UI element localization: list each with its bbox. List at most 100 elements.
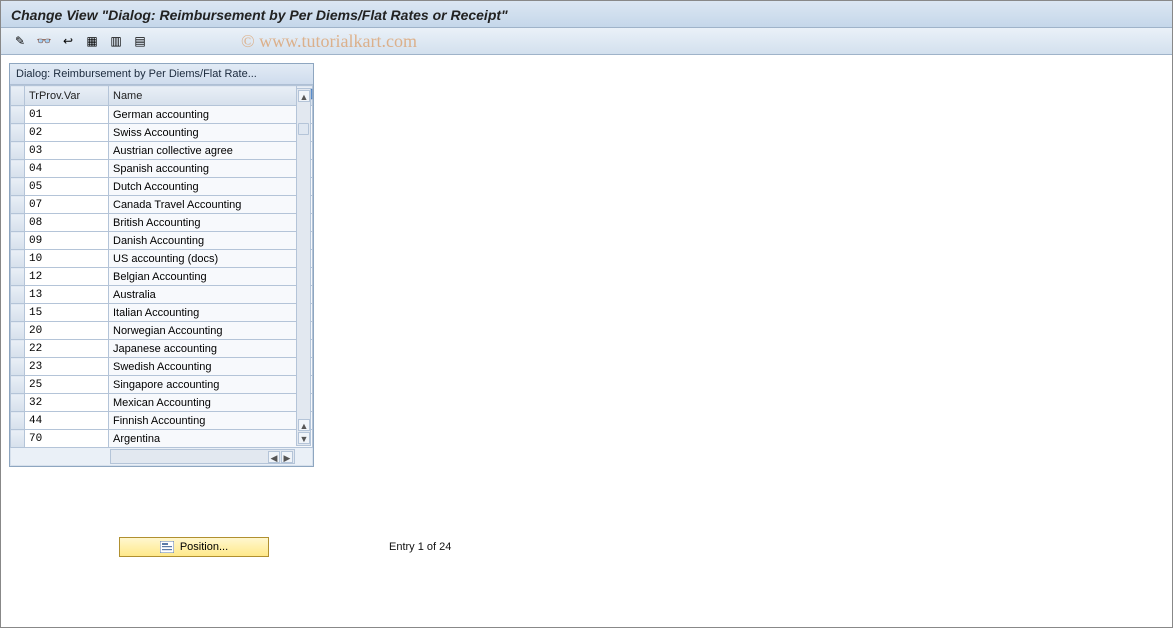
select-all-icon[interactable]: ▦ (81, 31, 103, 51)
cell-name[interactable]: Danish Accounting (109, 232, 313, 250)
table-row[interactable]: 15Italian Accounting (11, 304, 313, 322)
cell-trprovvar[interactable]: 08 (25, 214, 109, 232)
undo-icon[interactable]: ↩ (57, 31, 79, 51)
table-row[interactable]: 25Singapore accounting (11, 376, 313, 394)
table-row[interactable]: 05Dutch Accounting (11, 178, 313, 196)
cell-name[interactable]: US accounting (docs) (109, 250, 313, 268)
glasses-icon[interactable]: 👓 (33, 31, 55, 51)
row-selector[interactable] (11, 304, 25, 322)
scroll-up2-icon[interactable]: ▲ (298, 419, 310, 431)
table-row[interactable]: 04Spanish accounting (11, 160, 313, 178)
cell-name[interactable]: Canada Travel Accounting (109, 196, 313, 214)
table-row[interactable]: 44Finnish Accounting (11, 412, 313, 430)
cell-trprovvar[interactable]: 23 (25, 358, 109, 376)
table-row[interactable]: 22Japanese accounting (11, 340, 313, 358)
cell-trprovvar[interactable]: 20 (25, 322, 109, 340)
scroll-down-icon[interactable]: ▼ (298, 432, 310, 444)
row-selector[interactable] (11, 106, 25, 124)
table-row[interactable]: 12Belgian Accounting (11, 268, 313, 286)
cell-trprovvar[interactable]: 70 (25, 430, 109, 448)
row-selector[interactable] (11, 340, 25, 358)
app-toolbar: ✎👓↩▦▥▤ (1, 28, 1172, 55)
panel-title: Dialog: Reimbursement by Per Diems/Flat … (10, 64, 313, 85)
cell-name[interactable]: Finnish Accounting (109, 412, 313, 430)
cell-trprovvar[interactable]: 15 (25, 304, 109, 322)
change-icon[interactable]: ✎ (9, 31, 31, 51)
col-select[interactable] (11, 86, 25, 106)
row-selector[interactable] (11, 412, 25, 430)
cell-name[interactable]: Singapore accounting (109, 376, 313, 394)
cell-name[interactable]: Australia (109, 286, 313, 304)
col-name[interactable]: Name (109, 86, 297, 106)
title-bar: Change View "Dialog: Reimbursement by Pe… (1, 1, 1172, 28)
table-row[interactable]: 02Swiss Accounting (11, 124, 313, 142)
table-row[interactable]: 09Danish Accounting (11, 232, 313, 250)
cell-trprovvar[interactable]: 02 (25, 124, 109, 142)
row-selector[interactable] (11, 322, 25, 340)
cell-name[interactable]: Norwegian Accounting (109, 322, 313, 340)
row-selector[interactable] (11, 250, 25, 268)
cell-name[interactable]: Dutch Accounting (109, 178, 313, 196)
cell-name[interactable]: Belgian Accounting (109, 268, 313, 286)
content-area: Dialog: Reimbursement by Per Diems/Flat … (1, 55, 1172, 565)
row-selector[interactable] (11, 196, 25, 214)
page-title: Change View "Dialog: Reimbursement by Pe… (11, 7, 508, 23)
scroll-thumb[interactable] (298, 123, 309, 135)
cell-name[interactable]: Austrian collective agree (109, 142, 313, 160)
select-block-icon[interactable]: ▥ (105, 31, 127, 51)
table-row[interactable]: 03Austrian collective agree (11, 142, 313, 160)
cell-trprovvar[interactable]: 04 (25, 160, 109, 178)
cell-name[interactable]: German accounting (109, 106, 313, 124)
footer-bar: Position... Entry 1 of 24 (119, 537, 1164, 557)
position-button[interactable]: Position... (119, 537, 269, 557)
col-trprovvar[interactable]: TrProv.Var (25, 86, 109, 106)
table-row[interactable]: 20Norwegian Accounting (11, 322, 313, 340)
horizontal-scrollbar[interactable]: ◀ ▶ (110, 449, 295, 464)
cell-trprovvar[interactable]: 25 (25, 376, 109, 394)
scroll-right-icon[interactable]: ▶ (281, 451, 293, 463)
row-selector[interactable] (11, 232, 25, 250)
row-selector[interactable] (11, 214, 25, 232)
table-row[interactable]: 32Mexican Accounting (11, 394, 313, 412)
cell-trprovvar[interactable]: 32 (25, 394, 109, 412)
table-row[interactable]: 70Argentina (11, 430, 313, 448)
table-row[interactable]: 08British Accounting (11, 214, 313, 232)
cell-trprovvar[interactable]: 44 (25, 412, 109, 430)
cell-trprovvar[interactable]: 13 (25, 286, 109, 304)
row-selector[interactable] (11, 286, 25, 304)
cell-trprovvar[interactable]: 07 (25, 196, 109, 214)
cell-trprovvar[interactable]: 12 (25, 268, 109, 286)
cell-name[interactable]: Mexican Accounting (109, 394, 313, 412)
cell-name[interactable]: Swiss Accounting (109, 124, 313, 142)
cell-name[interactable]: Japanese accounting (109, 340, 313, 358)
row-selector[interactable] (11, 268, 25, 286)
cell-trprovvar[interactable]: 22 (25, 340, 109, 358)
row-selector[interactable] (11, 160, 25, 178)
cell-trprovvar[interactable]: 03 (25, 142, 109, 160)
scroll-up-icon[interactable]: ▲ (298, 90, 310, 102)
table-row[interactable]: 07Canada Travel Accounting (11, 196, 313, 214)
row-selector[interactable] (11, 124, 25, 142)
cell-trprovvar[interactable]: 01 (25, 106, 109, 124)
cell-name[interactable]: Spanish accounting (109, 160, 313, 178)
cell-name[interactable]: Argentina (109, 430, 313, 448)
cell-trprovvar[interactable]: 05 (25, 178, 109, 196)
table-row[interactable]: 13Australia (11, 286, 313, 304)
table-row[interactable]: 23Swedish Accounting (11, 358, 313, 376)
row-selector[interactable] (11, 430, 25, 448)
row-selector[interactable] (11, 358, 25, 376)
cell-name[interactable]: Swedish Accounting (109, 358, 313, 376)
scroll-left-icon[interactable]: ◀ (268, 451, 280, 463)
row-selector[interactable] (11, 178, 25, 196)
row-selector[interactable] (11, 376, 25, 394)
cell-trprovvar[interactable]: 10 (25, 250, 109, 268)
vertical-scrollbar[interactable]: ▲ ▲ ▼ (296, 88, 311, 446)
row-selector[interactable] (11, 142, 25, 160)
table-row[interactable]: 01German accounting (11, 106, 313, 124)
cell-trprovvar[interactable]: 09 (25, 232, 109, 250)
row-selector[interactable] (11, 394, 25, 412)
cell-name[interactable]: Italian Accounting (109, 304, 313, 322)
cell-name[interactable]: British Accounting (109, 214, 313, 232)
deselect-all-icon[interactable]: ▤ (129, 31, 151, 51)
table-row[interactable]: 10US accounting (docs) (11, 250, 313, 268)
